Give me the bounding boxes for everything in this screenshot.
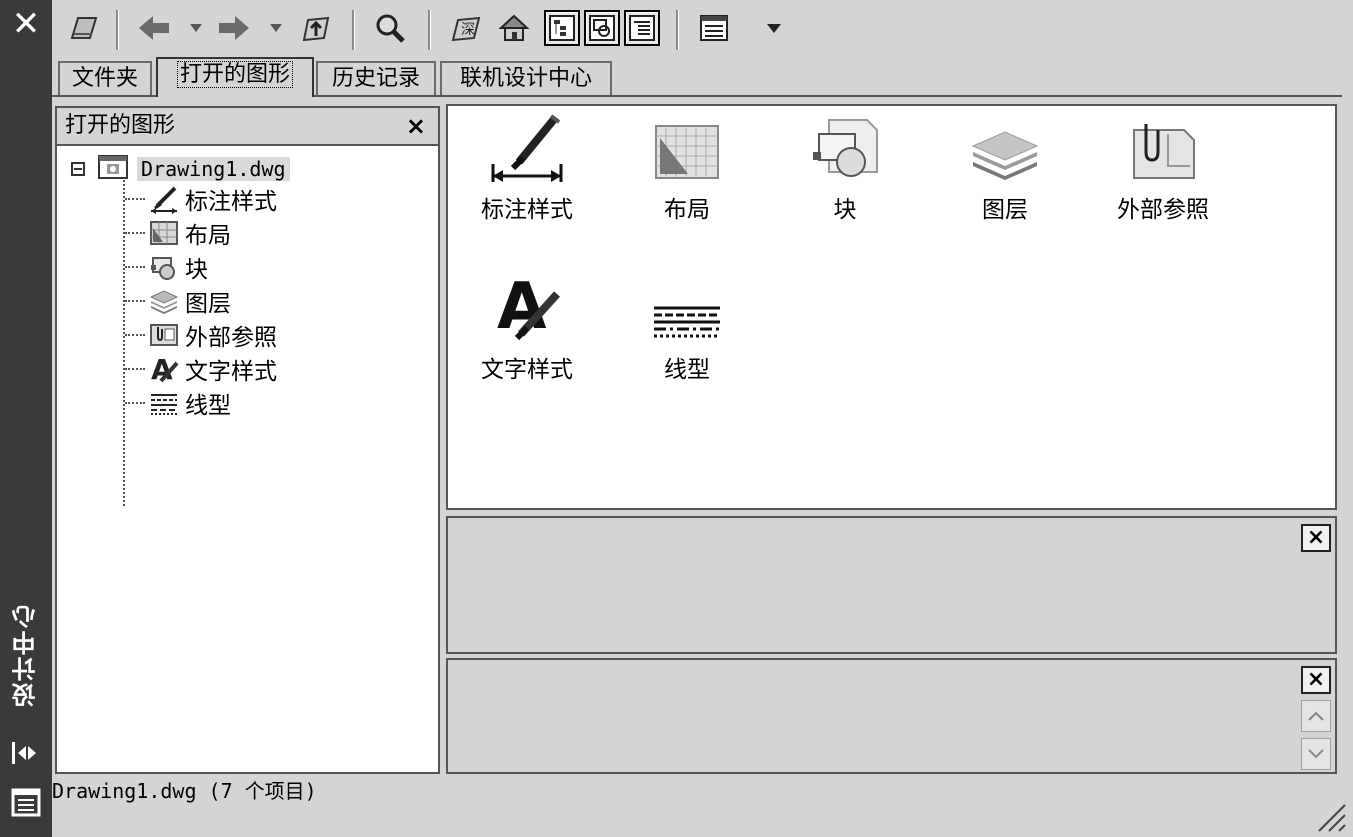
dimstyle-icon: [487, 110, 567, 182]
search-icon[interactable]: [372, 10, 408, 46]
tree-toggle-icon[interactable]: [544, 10, 580, 46]
description-pane: ×: [446, 658, 1337, 774]
palette-title: 设计中心: [12, 603, 40, 707]
linetype-icon: [647, 270, 727, 342]
textstyle-icon: A: [487, 270, 567, 342]
tree-item-xref[interactable]: 外部参照: [125, 318, 277, 352]
tree-item-linetype[interactable]: 线型: [125, 386, 231, 420]
auto-hide-icon[interactable]: [10, 738, 42, 768]
layer-icon: [149, 286, 179, 316]
content-item-textstyle[interactable]: A 文字样式: [452, 270, 602, 390]
preview-pane: ×: [446, 516, 1337, 654]
home-icon[interactable]: [496, 10, 532, 46]
content-area: 标注样式 布局 块 图层 外部参照 A 文字样式 线型: [446, 104, 1337, 510]
content-item-layer[interactable]: 图层: [930, 110, 1080, 230]
resize-grip-icon[interactable]: [1313, 799, 1347, 833]
views-dropdown-icon[interactable]: [766, 16, 782, 40]
back-dropdown-icon[interactable]: [188, 16, 204, 40]
block-icon: [805, 110, 885, 182]
close-description-icon[interactable]: ×: [1301, 666, 1331, 694]
linetype-icon: [149, 388, 179, 418]
tree-item-layer[interactable]: 图层: [125, 284, 231, 318]
palette-title-strip: ✕ 设计中心: [0, 0, 52, 837]
tree-item-block[interactable]: 块: [125, 250, 208, 284]
tree-view-pane: 打开的图形 × Drawing1.dwg 标注样式 布局 块 图层 外部参照 A…: [55, 106, 440, 774]
layout-icon: [647, 110, 727, 182]
svg-text:深: 深: [461, 22, 475, 38]
tab-open-drawings[interactable]: 打开的图形: [156, 57, 314, 97]
block-icon: [149, 252, 179, 282]
tab-folders[interactable]: 文件夹: [58, 61, 152, 95]
favorites-icon[interactable]: 深: [448, 10, 484, 46]
layout-icon: [149, 218, 179, 248]
content-item-linetype[interactable]: 线型: [612, 270, 762, 390]
scroll-down-icon[interactable]: [1301, 738, 1331, 770]
tree-item-textstyle[interactable]: A 文字样式: [125, 352, 277, 386]
textstyle-icon: A: [149, 353, 179, 385]
status-bar: Drawing1.dwg (7 个项目): [52, 779, 317, 803]
tab-history[interactable]: 历史记录: [316, 61, 436, 95]
back-icon[interactable]: [136, 10, 172, 46]
content-item-dimstyle[interactable]: 标注样式: [452, 110, 602, 230]
views-icon[interactable]: [696, 10, 732, 46]
dimstyle-icon: [149, 184, 179, 214]
scroll-up-icon[interactable]: [1301, 700, 1331, 732]
tree-item-dimstyle[interactable]: 标注样式: [125, 182, 277, 216]
xref-icon: [149, 320, 179, 350]
content-item-xref[interactable]: 外部参照: [1088, 110, 1238, 230]
tree-header-title: 打开的图形: [65, 113, 176, 138]
close-palette-icon[interactable]: ✕: [8, 6, 44, 42]
layer-icon: [965, 110, 1045, 182]
forward-icon[interactable]: [216, 10, 252, 46]
tree-item-layout[interactable]: 布局: [125, 216, 231, 250]
load-icon[interactable]: [66, 10, 102, 46]
tree-root-drawing[interactable]: Drawing1.dwg: [71, 152, 290, 186]
tree-header: 打开的图形 ×: [57, 108, 438, 146]
xref-icon: [1123, 110, 1203, 182]
preview-icon[interactable]: [584, 10, 620, 46]
close-tree-icon[interactable]: ×: [406, 108, 426, 144]
design-center-window: ✕ 设计中心 深 文件夹 打开的图形 历史记录 联机设计中心 打开的图形 × D…: [0, 0, 1353, 837]
properties-icon[interactable]: [10, 786, 42, 818]
toolbar: 深: [52, 0, 1342, 60]
tab-online-design-center[interactable]: 联机设计中心: [440, 61, 612, 95]
tree-root-label: Drawing1.dwg: [137, 157, 290, 181]
description-icon[interactable]: [624, 10, 660, 46]
content-item-layout[interactable]: 布局: [612, 110, 762, 230]
collapse-icon[interactable]: [71, 162, 85, 176]
close-preview-icon[interactable]: ×: [1301, 524, 1331, 552]
up-icon[interactable]: [298, 10, 334, 46]
content-item-block[interactable]: 块: [770, 110, 920, 230]
forward-dropdown-icon[interactable]: [268, 16, 284, 40]
